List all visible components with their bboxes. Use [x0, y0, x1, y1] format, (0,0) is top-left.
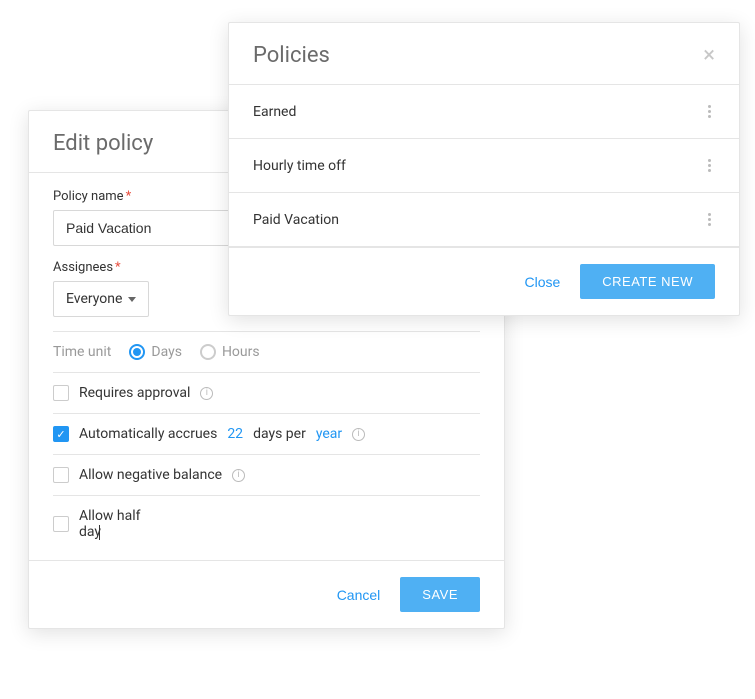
radio-days[interactable]: Days [129, 344, 182, 360]
list-item[interactable]: Paid Vacation [229, 193, 739, 247]
checkbox-icon [53, 467, 69, 483]
half-day-label: Allow half day [79, 508, 165, 540]
close-icon[interactable]: × [703, 45, 715, 67]
auto-accrues-label: Automatically accrues [79, 426, 217, 442]
required-indicator: * [115, 260, 121, 275]
requires-approval-row[interactable]: Requires approval i [53, 372, 480, 413]
checkbox-icon: ✓ [53, 426, 69, 442]
policy-item-name: Paid Vacation [253, 212, 339, 228]
close-button[interactable]: Close [524, 274, 560, 290]
time-unit-label: Time unit [53, 344, 111, 360]
checkbox-icon [53, 385, 69, 401]
info-icon[interactable]: i [200, 387, 213, 400]
time-unit-radio-group: Days Hours [129, 344, 259, 360]
radio-icon [129, 344, 145, 360]
required-indicator: * [126, 189, 132, 204]
policy-item-name: Hourly time off [253, 158, 346, 174]
assignees-value: Everyone [66, 291, 122, 307]
policies-header: Policies × [229, 23, 739, 85]
create-new-button[interactable]: CREATE NEW [580, 264, 715, 299]
edit-policy-title: Edit policy [53, 131, 153, 156]
time-unit-row: Time unit Days Hours [53, 331, 480, 372]
info-icon[interactable]: i [232, 469, 245, 482]
policies-footer: Close CREATE NEW [229, 247, 739, 315]
info-icon[interactable]: i [352, 428, 365, 441]
kebab-icon[interactable] [704, 155, 715, 176]
checkbox-icon [53, 516, 69, 532]
requires-approval-label: Requires approval [79, 385, 190, 401]
assignees-select[interactable]: Everyone [53, 281, 149, 317]
policies-list: Earned Hourly time off Paid Vacation [229, 85, 739, 247]
kebab-icon[interactable] [704, 101, 715, 122]
save-button[interactable]: SAVE [400, 577, 480, 612]
chevron-down-icon [128, 297, 136, 302]
list-item[interactable]: Hourly time off [229, 139, 739, 193]
edit-policy-footer: Cancel SAVE [29, 560, 504, 628]
policies-title: Policies [253, 43, 330, 68]
negative-balance-row[interactable]: Allow negative balance i [53, 454, 480, 495]
text-cursor [99, 525, 100, 540]
negative-balance-label: Allow negative balance [79, 467, 222, 483]
auto-accrues-row[interactable]: ✓ Automatically accrues 22 days per year… [53, 413, 480, 454]
radio-hours[interactable]: Hours [200, 344, 260, 360]
accrue-days-value[interactable]: 22 [227, 426, 243, 442]
cancel-button[interactable]: Cancel [337, 587, 381, 603]
half-day-row[interactable]: Allow half day [53, 495, 480, 552]
radio-icon [200, 344, 216, 360]
policy-item-name: Earned [253, 104, 296, 120]
list-item[interactable]: Earned [229, 85, 739, 139]
kebab-icon[interactable] [704, 209, 715, 230]
policies-dialog: Policies × Earned Hourly time off Paid V… [228, 22, 740, 316]
accrue-period-value[interactable]: year [316, 426, 342, 442]
